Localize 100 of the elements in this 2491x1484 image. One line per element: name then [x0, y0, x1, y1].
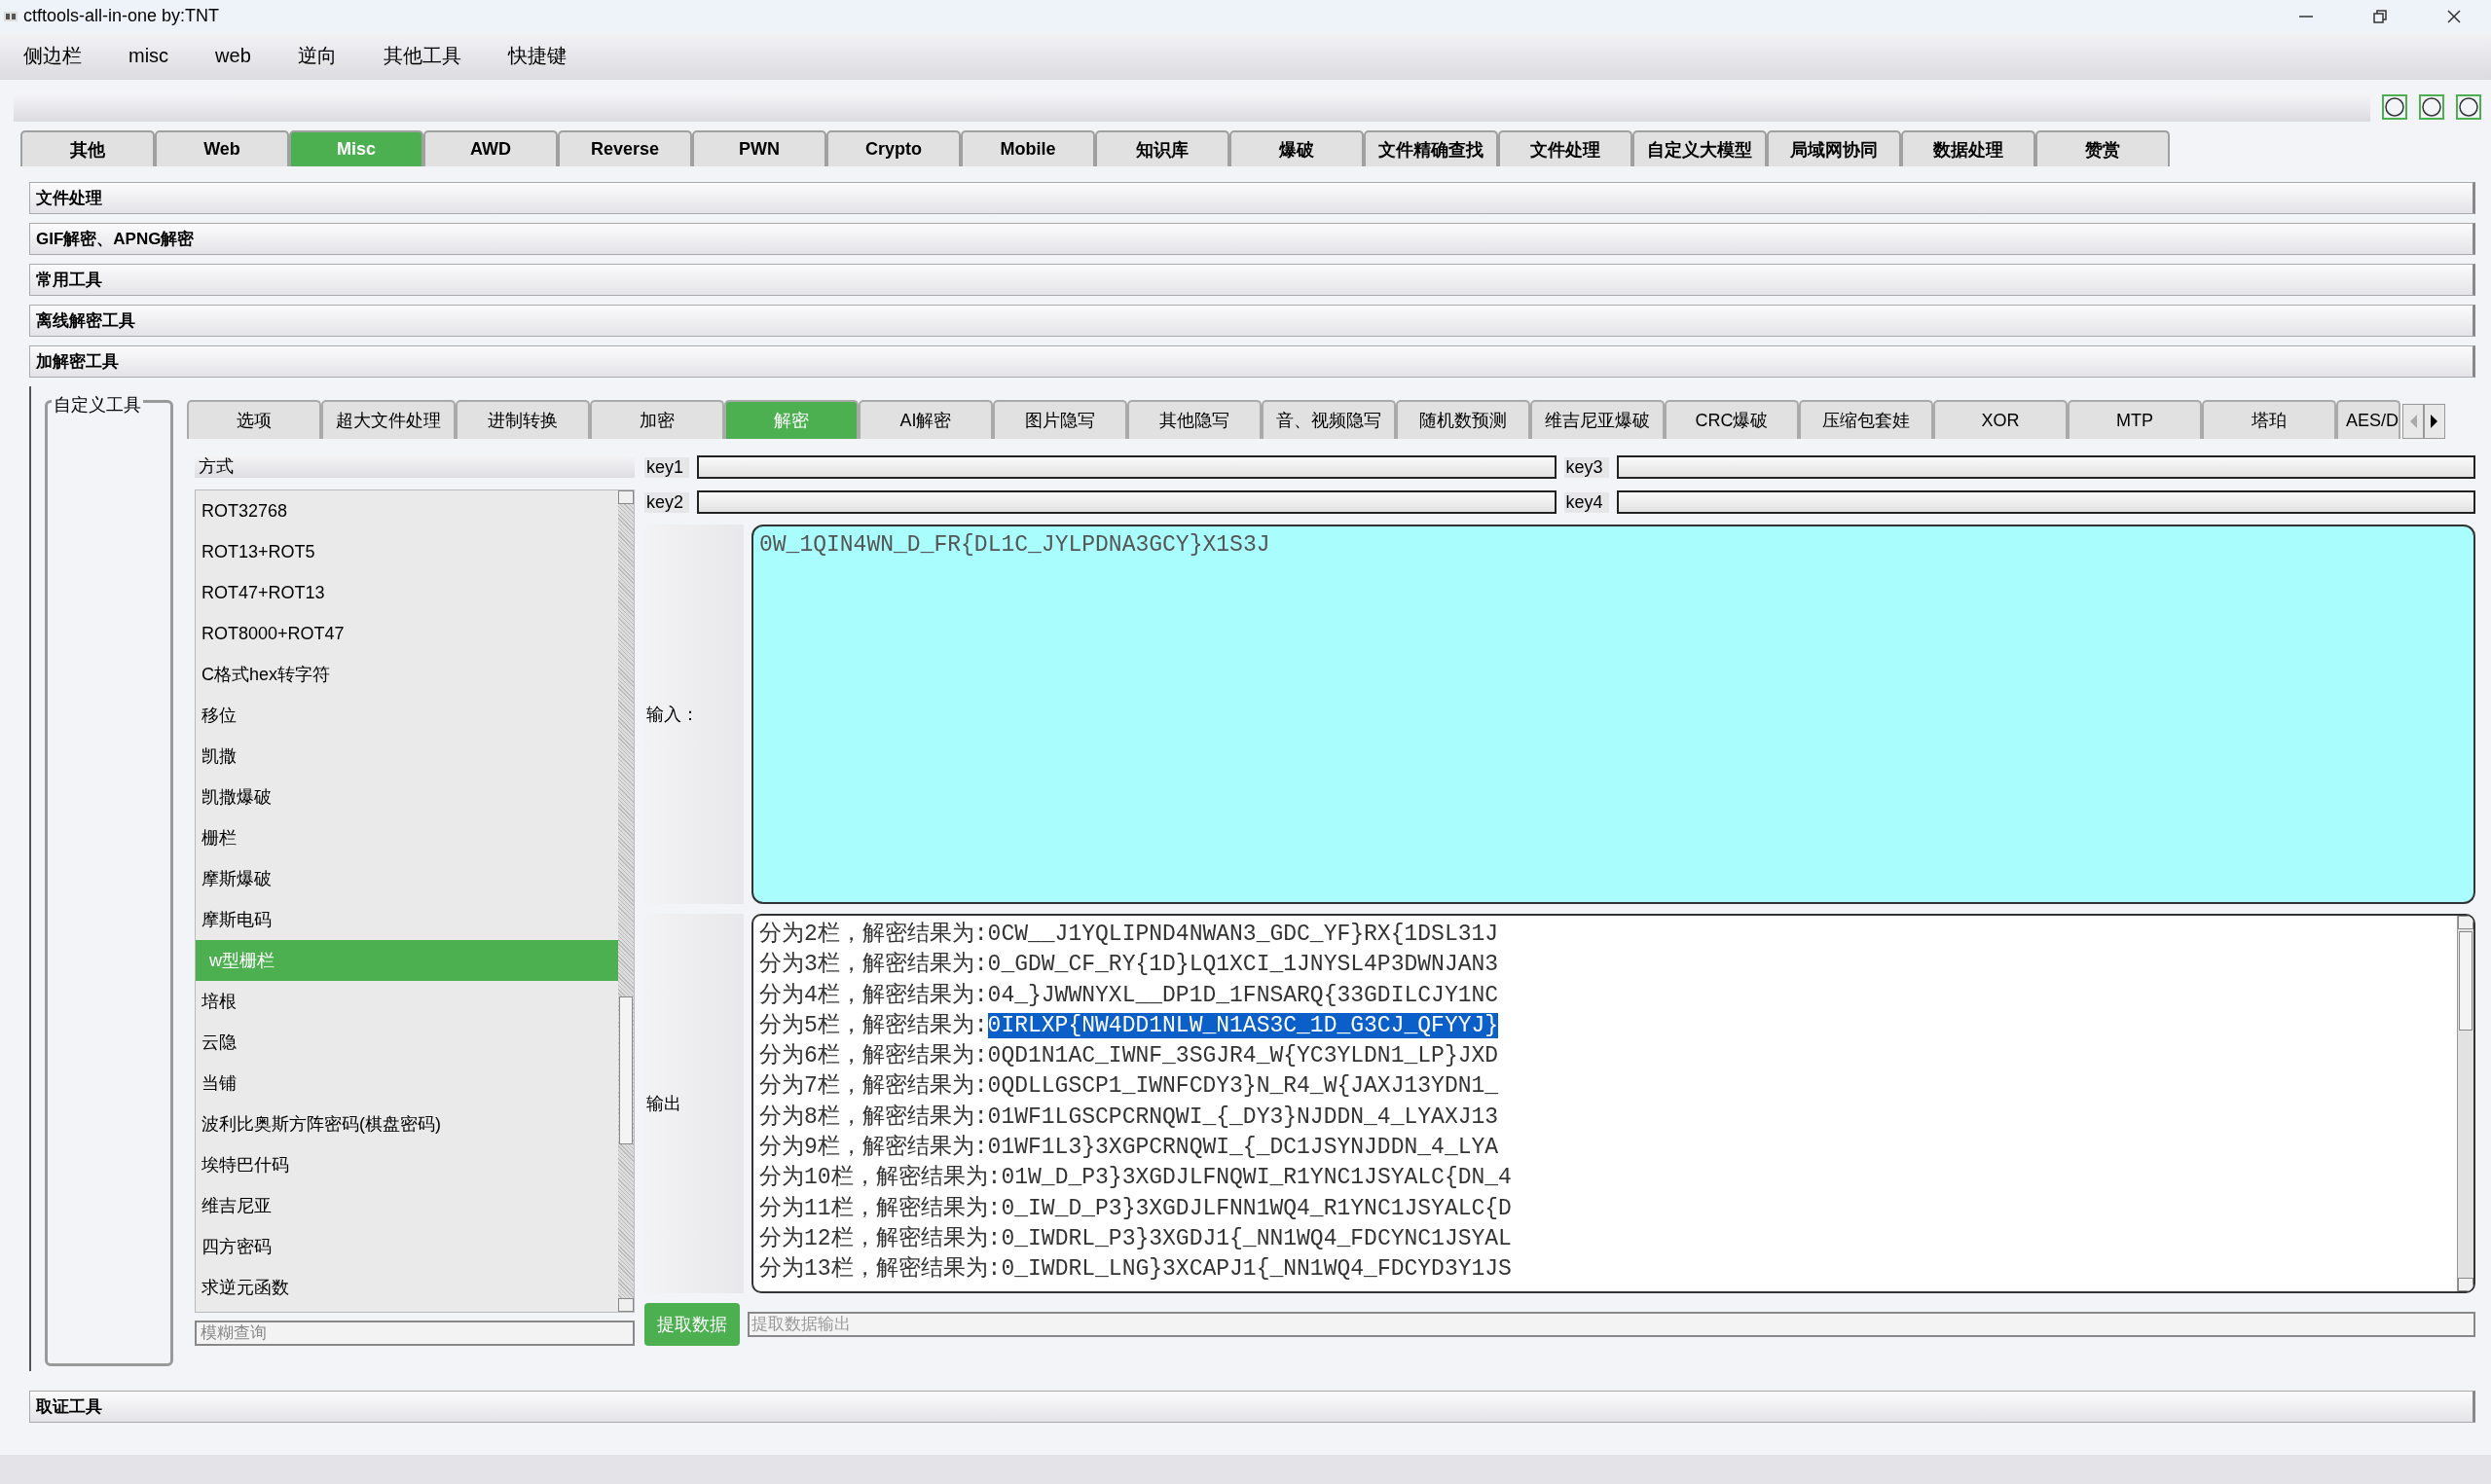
app-icon — [4, 11, 18, 21]
list-item[interactable]: ROT32768 — [196, 490, 618, 531]
tab[interactable]: PWN — [692, 130, 826, 166]
list-item[interactable]: 求逆元函数 — [196, 1267, 618, 1308]
tab[interactable]: Reverse — [558, 130, 692, 166]
tab[interactable]: AI解密 — [859, 400, 993, 439]
left-arrow-icon — [2408, 414, 2418, 429]
window-title: ctftools-all-in-one by:TNT — [23, 6, 220, 26]
tab[interactable]: 维吉尼亚爆破 — [1530, 400, 1665, 439]
tab[interactable]: CRC爆破 — [1665, 400, 1799, 439]
section-header[interactable]: 取证工具 — [29, 1391, 2475, 1423]
menu-item[interactable]: 逆向 — [297, 43, 360, 69]
output-line: 分为4栏，解密结果为:04_}JWWNYXL__DP1D_1FNSARQ{33GDILCJY1NC — [759, 981, 1500, 1010]
menu-item[interactable]: 侧边栏 — [23, 43, 105, 69]
restore-icon — [2372, 8, 2388, 24]
tab[interactable]: 其他隐写 — [1127, 400, 1262, 439]
scrollbar[interactable] — [2457, 916, 2473, 1291]
section-header[interactable]: GIF解密、APNG解密 — [29, 223, 2475, 255]
circle-button[interactable] — [2419, 94, 2444, 120]
output-text-area[interactable] — [751, 914, 2475, 1293]
scrollbar[interactable] — [618, 490, 634, 1312]
list-item[interactable]: ROT8000+ROT47 — [196, 613, 618, 654]
tab[interactable]: 其他 — [20, 130, 155, 166]
tab[interactable]: 文件精确查找 — [1364, 130, 1498, 166]
field-label: key3 — [1563, 456, 1609, 478]
tab[interactable]: 图片隐写 — [993, 400, 1127, 439]
tab[interactable]: AWD — [423, 130, 558, 166]
tab[interactable]: Mobile — [961, 130, 1095, 166]
list-item[interactable]: C格式hex转字符 — [196, 654, 618, 695]
right-arrow-icon — [2430, 414, 2439, 429]
scroll-right-button[interactable] — [2424, 404, 2445, 439]
section-header[interactable]: 加解密工具 — [29, 345, 2475, 378]
list-item[interactable]: 栅栏 — [196, 817, 618, 858]
tab[interactable]: AES/D — [2336, 400, 2400, 439]
input-field[interactable] — [1616, 490, 2475, 514]
tab[interactable]: 赞赏 — [2035, 130, 2170, 166]
input-field[interactable]: 提取数据输出 — [748, 1312, 2475, 1337]
tab[interactable]: 爆破 — [1229, 130, 1364, 166]
list-item[interactable]: ROT47+ROT13 — [196, 572, 618, 613]
input-field[interactable] — [697, 455, 1557, 479]
minimize-icon — [2299, 15, 2313, 18]
field-label: 输入： — [644, 525, 744, 904]
input-text-area[interactable]: 0W_1QIN4WN_D_FR{DL1C_JYLPDNA3GCY}X1S3J — [751, 525, 2475, 904]
menu-item[interactable]: 其他工具 — [383, 43, 485, 69]
menu-item[interactable]: misc — [128, 45, 193, 67]
tab[interactable]: 选项 — [187, 400, 321, 439]
output-line: 分为6栏，解密结果为:0QD1N1AC_IWNF_3SGJR4_W{YC3YLDN1_LP}JXD — [759, 1041, 1500, 1071]
section-header[interactable]: 文件处理 — [29, 182, 2475, 214]
output-line: 分为10栏，解密结果为:01W_D_P3}3XGDJLFNQWI_R1YNC1JSYALC{DN_4 — [759, 1163, 1513, 1193]
tab[interactable]: 超大文件处理 — [321, 400, 456, 439]
tab[interactable]: 知识库 — [1095, 130, 1229, 166]
group-title: 自定义工具 — [52, 393, 143, 416]
tab[interactable]: 局域网协同 — [1767, 130, 1901, 166]
field-label: key2 — [644, 491, 689, 513]
output-line: 分为13栏，解密结果为:0_IWDRL_LNG}3XCAPJ1{_NN1WQ4_FDCYD3Y1JS — [759, 1254, 1513, 1285]
list-item[interactable]: 摩斯爆破 — [196, 858, 618, 899]
tab[interactable]: 文件处理 — [1498, 130, 1632, 166]
list-item[interactable]: ROT13+ROT5 — [196, 531, 618, 572]
tab[interactable]: 进制转换 — [456, 400, 590, 439]
tab[interactable]: XOR — [1933, 400, 2068, 439]
section-header[interactable]: 离线解密工具 — [29, 305, 2475, 337]
input-field[interactable] — [697, 490, 1557, 514]
output-line: 分为9栏，解密结果为:01WF1L3}3XGPCRNQWI_{_DC1JSYNJDDN_4_LYA — [759, 1133, 1500, 1163]
tab[interactable]: 随机数预测 — [1396, 400, 1530, 439]
output-line: 分为7栏，解密结果为:0QDLLGSCP1_IWNFCDY3}N_R4_W{JAXJ13YDN1_ — [759, 1071, 1500, 1102]
search-field[interactable]: 模糊查询 — [195, 1321, 635, 1346]
list-item[interactable]: 波利比奥斯方阵密码(棋盘密码) — [196, 1104, 618, 1144]
menu-item[interactable]: web — [215, 45, 275, 67]
list-item[interactable]: 移位 — [196, 695, 618, 736]
field-label: 输出 — [644, 914, 744, 1293]
list-item[interactable]: 当铺 — [196, 1063, 618, 1104]
list-header: 方式 — [195, 454, 635, 478]
list-item[interactable]: 埃特巴什码 — [196, 1144, 618, 1185]
list-item[interactable]: 培根 — [196, 981, 618, 1022]
tab[interactable]: Crypto — [826, 130, 961, 166]
tab[interactable]: 塔珀 — [2202, 400, 2336, 439]
list-item[interactable]: 凯撒爆破 — [196, 777, 618, 817]
field-label: key4 — [1563, 491, 1609, 513]
section-header[interactable]: 常用工具 — [29, 264, 2475, 296]
list-item[interactable]: 摩斯电码 — [196, 899, 618, 940]
tab[interactable]: 音、视频隐写 — [1262, 400, 1396, 439]
circle-icon — [2459, 97, 2478, 117]
tab[interactable]: 压缩包套娃 — [1799, 400, 1933, 439]
field-label: key1 — [644, 456, 689, 478]
output-line: 分为5栏，解密结果为:0IRLXP{NW4DD1NLW_N1AS3C_1D_G3CJ_QFYYJ} — [759, 1011, 1500, 1040]
close-icon — [2446, 8, 2462, 24]
tab[interactable]: 自定义大模型 — [1632, 130, 1767, 166]
tab[interactable]: Web — [155, 130, 289, 166]
tab[interactable]: 数据处理 — [1901, 130, 2035, 166]
tab[interactable]: MTP — [2068, 400, 2202, 439]
list-item[interactable]: 维吉尼亚 — [196, 1185, 618, 1226]
output-line: 分为3栏，解密结果为:0_GDW_CF_RY{1D}LQ1XCI_1JNYSL4P3DWNJAN3 — [759, 950, 1500, 980]
tab[interactable]: 加密 — [590, 400, 724, 439]
list-item[interactable]: 四方密码 — [196, 1226, 618, 1267]
menu-item[interactable]: 快捷键 — [507, 43, 590, 69]
input-field[interactable] — [1616, 455, 2475, 479]
list-item[interactable]: 云隐 — [196, 1022, 618, 1063]
circle-button[interactable] — [2382, 94, 2407, 120]
list-item[interactable]: 凯撒 — [196, 736, 618, 777]
circle-button[interactable] — [2456, 94, 2481, 120]
